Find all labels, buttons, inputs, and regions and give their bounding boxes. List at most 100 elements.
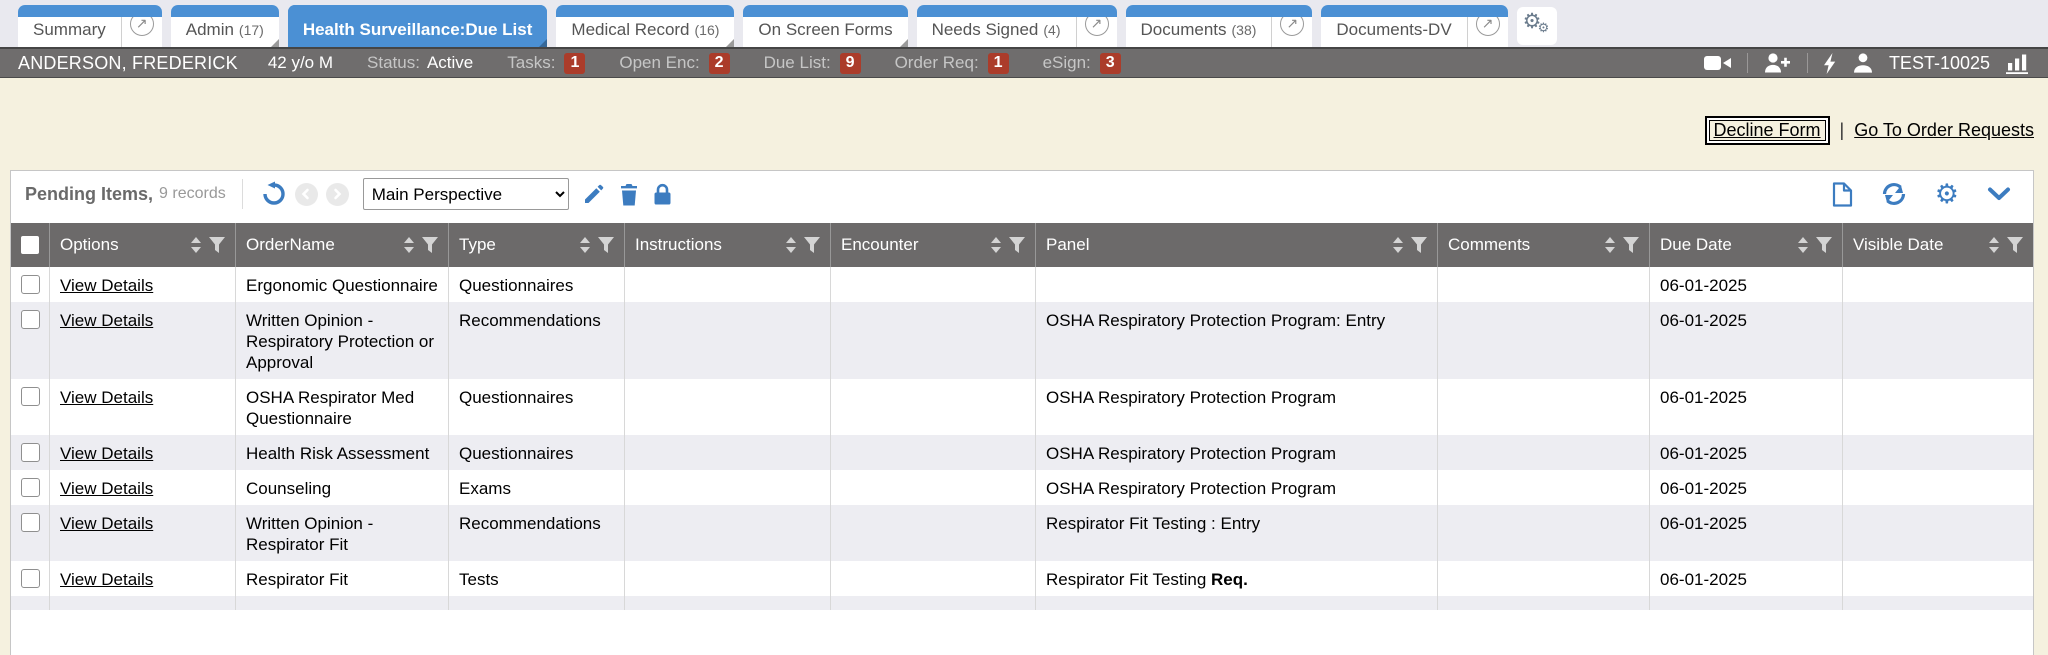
view-details-link[interactable]: View Details [60, 570, 153, 589]
open-in-new-window-button[interactable]: ↗ [1271, 5, 1312, 47]
go-to-order-requests-link[interactable]: Go To Order Requests [1854, 120, 2034, 141]
sort-icon[interactable] [1797, 236, 1809, 254]
column-header-options[interactable]: Options [49, 223, 235, 267]
column-header-comments[interactable]: Comments [1437, 223, 1649, 267]
sort-icon[interactable] [190, 236, 202, 254]
status-value: Active [427, 53, 473, 73]
column-header-ordername[interactable]: OrderName [235, 223, 448, 267]
video-camera-icon[interactable] [1704, 54, 1731, 72]
view-details-link[interactable]: View Details [60, 388, 153, 407]
stat-count-badge[interactable]: 1 [564, 53, 585, 74]
tab-count: (16) [695, 22, 720, 38]
stat-label: Order Req: [895, 53, 979, 73]
lightning-icon[interactable] [1824, 53, 1837, 74]
stat-count-badge[interactable]: 1 [988, 53, 1009, 74]
undo-icon[interactable] [261, 181, 287, 207]
tab-main: Health Surveillance:Due List [288, 20, 548, 47]
cell-visible-date [1842, 435, 2033, 470]
cell-panel: OSHA Respiratory Protection Program [1035, 470, 1437, 505]
filter-icon[interactable] [804, 237, 820, 253]
perspective-select[interactable]: Main Perspective [363, 178, 569, 210]
new-document-icon[interactable] [1832, 182, 1853, 207]
stat-count-badge[interactable]: 2 [709, 53, 730, 74]
table-header-row: OptionsOrderNameTypeInstructionsEncounte… [11, 223, 2033, 267]
table-row: View DetailsCounselingExamsOSHA Respirat… [11, 470, 2033, 505]
open-in-new-window-button[interactable]: ↗ [1076, 5, 1117, 47]
filter-icon[interactable] [1816, 237, 1832, 253]
column-label: Visible Date [1853, 235, 1943, 255]
divider [1807, 53, 1808, 73]
next-icon[interactable] [326, 183, 349, 206]
filter-icon[interactable] [1623, 237, 1639, 253]
edit-pencil-icon[interactable] [583, 183, 605, 205]
column-header-due-date[interactable]: Due Date [1649, 223, 1842, 267]
sort-icon[interactable] [1988, 236, 2000, 254]
view-details-link[interactable]: View Details [60, 444, 153, 463]
sort-icon[interactable] [990, 236, 1002, 254]
column-header-instructions[interactable]: Instructions [624, 223, 830, 267]
sort-icon[interactable] [1392, 236, 1404, 254]
tab-settings-button[interactable]: ⚙ ⚙ [1517, 7, 1557, 45]
cell-panel [1035, 596, 1437, 610]
row-checkbox[interactable] [21, 310, 40, 329]
lock-icon[interactable] [653, 183, 672, 205]
row-checkbox[interactable] [21, 478, 40, 497]
chevron-down-icon[interactable] [1987, 187, 2011, 201]
tab-main: Summary [18, 20, 121, 47]
stat-esign: eSign:3 [1043, 53, 1121, 74]
settings-gear-icon[interactable]: ⚙ [1935, 181, 1959, 208]
view-details-link[interactable]: View Details [60, 276, 153, 295]
tab-medical-record[interactable]: Medical Record(16) [556, 5, 734, 47]
tab-main: Documents-DV [1321, 20, 1466, 47]
row-checkbox[interactable] [21, 443, 40, 462]
filter-icon[interactable] [1009, 237, 1025, 253]
stat-count-badge[interactable]: 3 [1100, 53, 1121, 74]
sort-icon[interactable] [785, 236, 797, 254]
pending-items-panel: Pending Items, 9 records Main Perspectiv… [10, 170, 2034, 655]
tab-documents[interactable]: Documents(38)↗ [1126, 5, 1313, 47]
view-details-link[interactable]: View Details [60, 311, 153, 330]
row-checkbox[interactable] [21, 569, 40, 588]
select-all-checkbox[interactable] [21, 236, 39, 254]
view-details-link[interactable]: View Details [60, 479, 153, 498]
tab-label: Health Surveillance:Due List [303, 20, 533, 40]
tab-summary[interactable]: Summary ↗ [18, 5, 162, 47]
cell-instructions [624, 596, 830, 610]
tab-admin[interactable]: Admin(17) [171, 5, 279, 47]
sort-icon[interactable] [1604, 236, 1616, 254]
trash-icon[interactable] [619, 183, 639, 206]
prev-icon[interactable] [295, 183, 318, 206]
filter-icon[interactable] [209, 237, 225, 253]
stat-count-badge[interactable]: 9 [840, 53, 861, 74]
open-in-new-window-icon: ↗ [1085, 12, 1109, 36]
decline-form-link[interactable]: Decline Form [1714, 120, 1821, 140]
cell-encounter [830, 379, 1035, 435]
person-add-icon[interactable] [1764, 53, 1791, 73]
filter-icon[interactable] [598, 237, 614, 253]
tab-on-screen-forms[interactable]: On Screen Forms [743, 5, 907, 47]
row-checkbox[interactable] [21, 387, 40, 406]
open-in-new-window-icon: ↗ [130, 12, 154, 36]
sort-icon[interactable] [579, 236, 591, 254]
tab-health-surveillance-due-list[interactable]: Health Surveillance:Due List [288, 5, 548, 47]
row-checkbox[interactable] [21, 275, 40, 294]
filter-icon[interactable] [1411, 237, 1427, 253]
bar-chart-icon[interactable] [2006, 53, 2030, 74]
open-in-new-window-button[interactable]: ↗ [1467, 5, 1508, 47]
column-header-panel[interactable]: Panel [1035, 223, 1437, 267]
row-checkbox[interactable] [21, 513, 40, 532]
view-details-link[interactable]: View Details [60, 514, 153, 533]
column-header-visible-date[interactable]: Visible Date [1842, 223, 2033, 267]
column-header-type[interactable]: Type [448, 223, 624, 267]
filter-icon[interactable] [2007, 237, 2023, 253]
cell-type: Recommendations [448, 302, 624, 379]
column-header-encounter[interactable]: Encounter [830, 223, 1035, 267]
refresh-icon[interactable] [1881, 181, 1907, 207]
open-in-new-window-button[interactable]: ↗ [121, 5, 162, 47]
filter-icon[interactable] [422, 237, 438, 253]
tab-documents-dv[interactable]: Documents-DV↗ [1321, 5, 1507, 47]
sort-icon[interactable] [403, 236, 415, 254]
tab-needs-signed[interactable]: Needs Signed(4)↗ [917, 5, 1117, 47]
row-select-cell [11, 302, 49, 379]
person-icon[interactable] [1853, 53, 1873, 73]
